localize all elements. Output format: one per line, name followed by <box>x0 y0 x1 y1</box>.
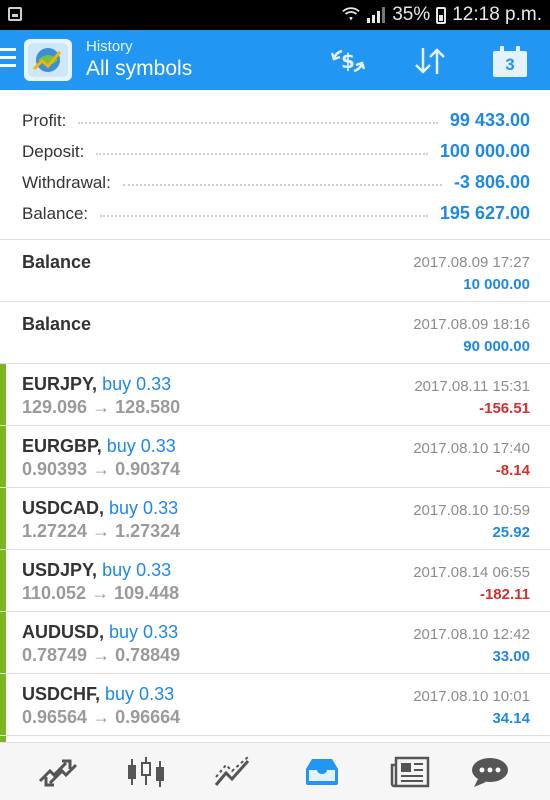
summary-value: 99 433.00 <box>449 110 530 130</box>
wifi-icon <box>342 7 360 21</box>
notification-icon <box>8 7 22 21</box>
history-summary: Profit: 99 433.00 Deposit: 100 000.00 Wi… <box>0 90 550 240</box>
buy-indicator <box>0 426 6 487</box>
deal-row[interactable]: AUDUSD, buy 0.33 0.78749 → 0.78849 2017.… <box>0 612 550 674</box>
deal-type: buy 0.33 <box>106 436 176 456</box>
chat-icon[interactable] <box>468 755 512 789</box>
deal-profit: 25.92 <box>492 524 530 541</box>
battery-percent: 35% <box>392 4 431 25</box>
trade-icon[interactable] <box>212 755 256 789</box>
chart-icon[interactable] <box>124 755 168 789</box>
summary-row-balance: Balance: 195 627.00 <box>0 198 550 229</box>
status-indicators: 35% 12:18 p.m. <box>342 4 542 26</box>
deposit-withdraw-icon[interactable]: $ <box>330 46 366 76</box>
deal-row[interactable]: EURGBP, buy 0.33 0.90393 → 0.90374 2017.… <box>0 426 550 488</box>
deal-profit: -8.14 <box>495 462 530 479</box>
summary-row-deposit: Deposit: 100 000.00 <box>0 136 550 167</box>
operation-time: 2017.08.09 17:27 <box>413 254 530 271</box>
deal-profit: 33.00 <box>492 648 530 665</box>
deal-time: 2017.08.10 17:40 <box>413 440 530 457</box>
operation-title: Balance <box>22 252 92 272</box>
operation-title: Balance <box>22 314 92 334</box>
deal-row[interactable]: USDCAD, buy 0.33 1.27224 → 1.27324 2017.… <box>0 488 550 550</box>
summary-row-withdrawal: Withdrawal: -3 806.00 <box>0 167 550 198</box>
deal-time: 2017.08.11 15:31 <box>414 378 530 395</box>
buy-indicator <box>0 364 6 425</box>
deal-symbol: USDCAD, <box>22 498 105 518</box>
summary-label: Deposit: <box>22 141 85 161</box>
deal-prices: 129.096 → 128.580 <box>22 397 181 417</box>
deal-prices: 1.27224 → 1.27324 <box>22 521 181 541</box>
news-icon[interactable] <box>388 755 432 789</box>
deal-type: buy 0.33 <box>105 684 175 704</box>
deal-row[interactable]: EURJPY, buy 0.33 129.096 → 128.580 2017.… <box>0 364 550 426</box>
summary-row-profit: Profit: 99 433.00 <box>0 105 550 136</box>
menu-icon[interactable] <box>0 48 16 68</box>
svg-text:$: $ <box>341 49 355 73</box>
deal-row[interactable]: USDJPY, buy 0.33 110.052 → 109.448 2017.… <box>0 550 550 612</box>
deal-type: buy 0.33 <box>102 374 172 394</box>
app-logo[interactable] <box>24 39 72 81</box>
symbol-filter-title[interactable]: All symbols <box>86 57 192 81</box>
operation-time: 2017.08.09 18:16 <box>413 316 530 333</box>
operation-amount: 10 000.00 <box>463 276 530 293</box>
quotes-icon[interactable] <box>36 755 80 789</box>
buy-indicator <box>0 488 6 549</box>
bottom-navigation <box>0 742 550 800</box>
status-bar: 35% 12:18 p.m. <box>0 0 550 30</box>
deal-profit: 34.14 <box>492 710 530 727</box>
deal-symbol: AUDUSD, <box>22 622 105 642</box>
deal-symbol: USDCHF, <box>22 684 101 704</box>
signal-icon <box>367 7 386 23</box>
clock: 12:18 p.m. <box>452 4 542 25</box>
deal-time: 2017.08.10 10:59 <box>413 502 530 519</box>
operation-amount: 90 000.00 <box>463 338 530 355</box>
deal-prices: 0.78749 → 0.78849 <box>22 645 181 665</box>
deal-symbol: EURJPY, <box>22 374 98 394</box>
deal-profit: -156.51 <box>479 400 530 417</box>
buy-indicator <box>0 612 6 673</box>
summary-label: Withdrawal: <box>22 172 111 192</box>
app-subtitle: History <box>86 38 133 55</box>
balance-operation-row[interactable]: Balance 2017.08.09 18:16 90 000.00 <box>0 302 550 364</box>
calendar-day: 3 <box>505 55 515 74</box>
summary-value: 100 000.00 <box>439 141 530 161</box>
app-bar: History All symbols $ 3 <box>0 30 550 90</box>
battery-icon <box>436 6 447 24</box>
deal-type: buy 0.33 <box>109 622 179 642</box>
calendar-icon[interactable]: 3 <box>492 46 528 77</box>
balance-operation-row[interactable]: Balance 2017.08.09 17:27 10 000.00 <box>0 240 550 302</box>
deal-symbol: USDJPY, <box>22 560 98 580</box>
buy-indicator <box>0 674 6 735</box>
buy-indicator <box>0 550 6 611</box>
deal-row[interactable]: USDCHF, buy 0.33 0.96564 → 0.96664 2017.… <box>0 674 550 736</box>
deal-type: buy 0.33 <box>109 498 179 518</box>
summary-value: 195 627.00 <box>439 203 530 223</box>
deal-symbol: EURGBP, <box>22 436 102 456</box>
deal-prices: 110.052 → 109.448 <box>22 583 180 603</box>
deal-type: buy 0.33 <box>102 560 172 580</box>
deal-prices: 0.96564 → 0.96664 <box>22 707 181 727</box>
metatrader-logo-icon <box>28 43 68 77</box>
deal-profit: -182.11 <box>479 586 530 603</box>
summary-label: Profit: <box>22 110 67 130</box>
deal-time: 2017.08.14 06:55 <box>413 564 530 581</box>
sort-icon[interactable] <box>412 46 448 76</box>
summary-value: -3 806.00 <box>453 172 530 192</box>
deal-time: 2017.08.10 10:01 <box>413 688 530 705</box>
deal-time: 2017.08.10 12:42 <box>413 626 530 643</box>
deal-prices: 0.90393 → 0.90374 <box>22 459 181 479</box>
history-icon[interactable] <box>300 755 344 789</box>
summary-label: Balance: <box>22 203 89 223</box>
